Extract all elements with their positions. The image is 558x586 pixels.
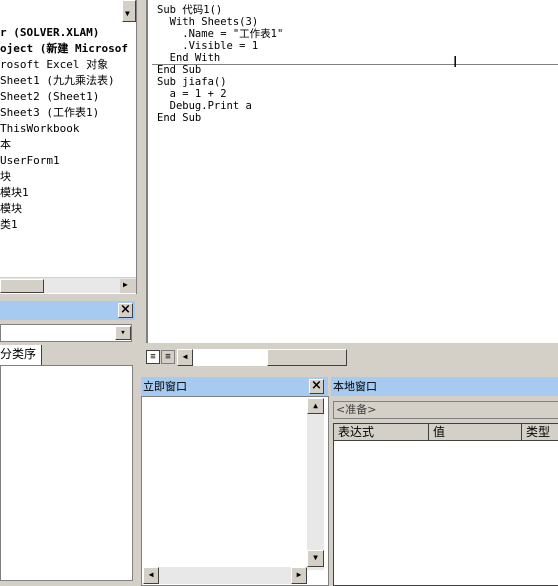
immediate-scroll-down-button[interactable]: ▼ — [307, 550, 324, 567]
procedure-view-button[interactable]: ≡ — [146, 350, 160, 364]
column-header-expression[interactable]: 表达式 — [334, 424, 429, 441]
tree-scroll-up-button[interactable]: ▼ — [122, 0, 136, 22]
properties-title-bar: × — [0, 301, 135, 320]
tree-item-modules[interactable]: 块 — [0, 169, 11, 185]
arrow-left-icon: ◀ — [182, 352, 188, 361]
dropdown-button[interactable]: ▾ — [115, 326, 131, 340]
tree-scroll-right-button[interactable]: ▶ — [120, 279, 136, 293]
immediate-scroll-up-button[interactable]: ▲ — [307, 398, 324, 414]
properties-object-dropdown[interactable]: ▾ — [0, 324, 132, 342]
immediate-window-title-bar: 立即窗口 × — [141, 377, 328, 396]
tree-item-forms[interactable]: 本 — [0, 137, 11, 153]
arrow-up-icon: ▲ — [313, 401, 318, 410]
code-line: Debug.Print a — [157, 100, 252, 112]
procedure-separator — [152, 64, 558, 65]
close-icon: × — [120, 302, 131, 317]
code-horizontal-scrollbar[interactable] — [193, 349, 267, 366]
immediate-close-button[interactable]: × — [309, 379, 324, 394]
immediate-scroll-right-button[interactable]: ▶ — [291, 567, 307, 584]
full-module-view-icon: ≡ — [165, 352, 171, 362]
code-line: Sub jiafa() — [157, 76, 227, 88]
immediate-window-title: 立即窗口 — [143, 380, 187, 393]
code-line: End Sub — [157, 112, 202, 124]
code-line: End With — [157, 52, 221, 64]
tree-item-class-modules[interactable]: 模块 — [0, 201, 22, 217]
code-scroll-left-button[interactable]: ◀ — [177, 349, 193, 366]
locals-window-title: 本地窗口 — [333, 380, 377, 393]
properties-tabs: 分类序 — [0, 345, 135, 365]
tab-categorized[interactable]: 分类序 — [0, 345, 42, 365]
project-explorer-tree[interactable]: r (SOLVER.XLAM) oject (新建 Microsof rosof… — [0, 0, 137, 294]
code-line: .Visible = 1 — [157, 40, 259, 52]
arrow-right-icon: ▶ — [123, 280, 128, 289]
tree-item-class1[interactable]: 类1 — [0, 217, 18, 233]
tree-item-excel-objects[interactable]: rosoft Excel 对象 — [0, 57, 108, 73]
properties-grid[interactable] — [0, 365, 133, 581]
tree-item-solver[interactable]: r (SOLVER.XLAM) — [0, 25, 99, 41]
properties-close-button[interactable]: × — [118, 303, 133, 318]
tree-item-module1[interactable]: 模块1 — [0, 185, 29, 201]
tree-item-sheet1[interactable]: Sheet1 (九九乘法表) — [0, 73, 115, 89]
code-line: With Sheets(3) — [157, 16, 259, 28]
code-scroll-thumb[interactable] — [267, 349, 347, 366]
code-line: Sub 代码1() — [157, 4, 223, 16]
column-header-type[interactable]: 类型 — [522, 424, 558, 441]
locals-window-title-bar: 本地窗口 — [331, 377, 558, 396]
tree-horizontal-scrollbar[interactable]: ▶ — [0, 277, 136, 293]
chevron-down-icon: ▾ — [120, 328, 126, 338]
code-window-footer: ≡ ≡ ◀ — [143, 346, 558, 368]
tree-item-sheet2[interactable]: Sheet2 (Sheet1) — [0, 89, 99, 105]
tree-item-thisworkbook[interactable]: ThisWorkbook — [0, 121, 79, 137]
locals-list[interactable]: 表达式 值 类型 — [333, 423, 558, 586]
tree-item-project[interactable]: oject (新建 Microsof — [0, 41, 128, 57]
code-editor[interactable]: Sub 代码1() With Sheets(3) .Name = "工作表1" … — [146, 0, 558, 343]
tree-item-sheet3[interactable]: Sheet3 (工作表1) — [0, 105, 99, 121]
code-line: a = 1 + 2 — [157, 88, 227, 100]
procedure-view-icon: ≡ — [150, 352, 156, 362]
code-margin[interactable] — [148, 0, 154, 343]
immediate-horizontal-scrollbar[interactable] — [143, 567, 307, 584]
full-module-view-button[interactable]: ≡ — [161, 350, 175, 364]
arrow-right-icon: ▶ — [296, 570, 302, 579]
arrow-left-icon: ◀ — [148, 570, 154, 579]
code-line: .Name = "工作表1" — [157, 28, 284, 40]
code-line: End Sub — [157, 64, 202, 76]
tree-item-userform1[interactable]: UserForm1 — [0, 153, 60, 169]
chevron-down-icon: ▼ — [125, 9, 130, 18]
column-header-value[interactable]: 值 — [429, 424, 522, 441]
locals-context-field: <准备> — [333, 401, 558, 419]
close-icon: × — [311, 378, 322, 393]
tree-scroll-thumb[interactable] — [0, 279, 44, 293]
immediate-vertical-scrollbar[interactable] — [307, 398, 324, 570]
text-cursor-icon: I — [453, 53, 458, 71]
immediate-scroll-left-button[interactable]: ◀ — [143, 567, 159, 584]
arrow-down-icon: ▼ — [313, 553, 318, 562]
immediate-window-editor[interactable] — [141, 396, 329, 586]
